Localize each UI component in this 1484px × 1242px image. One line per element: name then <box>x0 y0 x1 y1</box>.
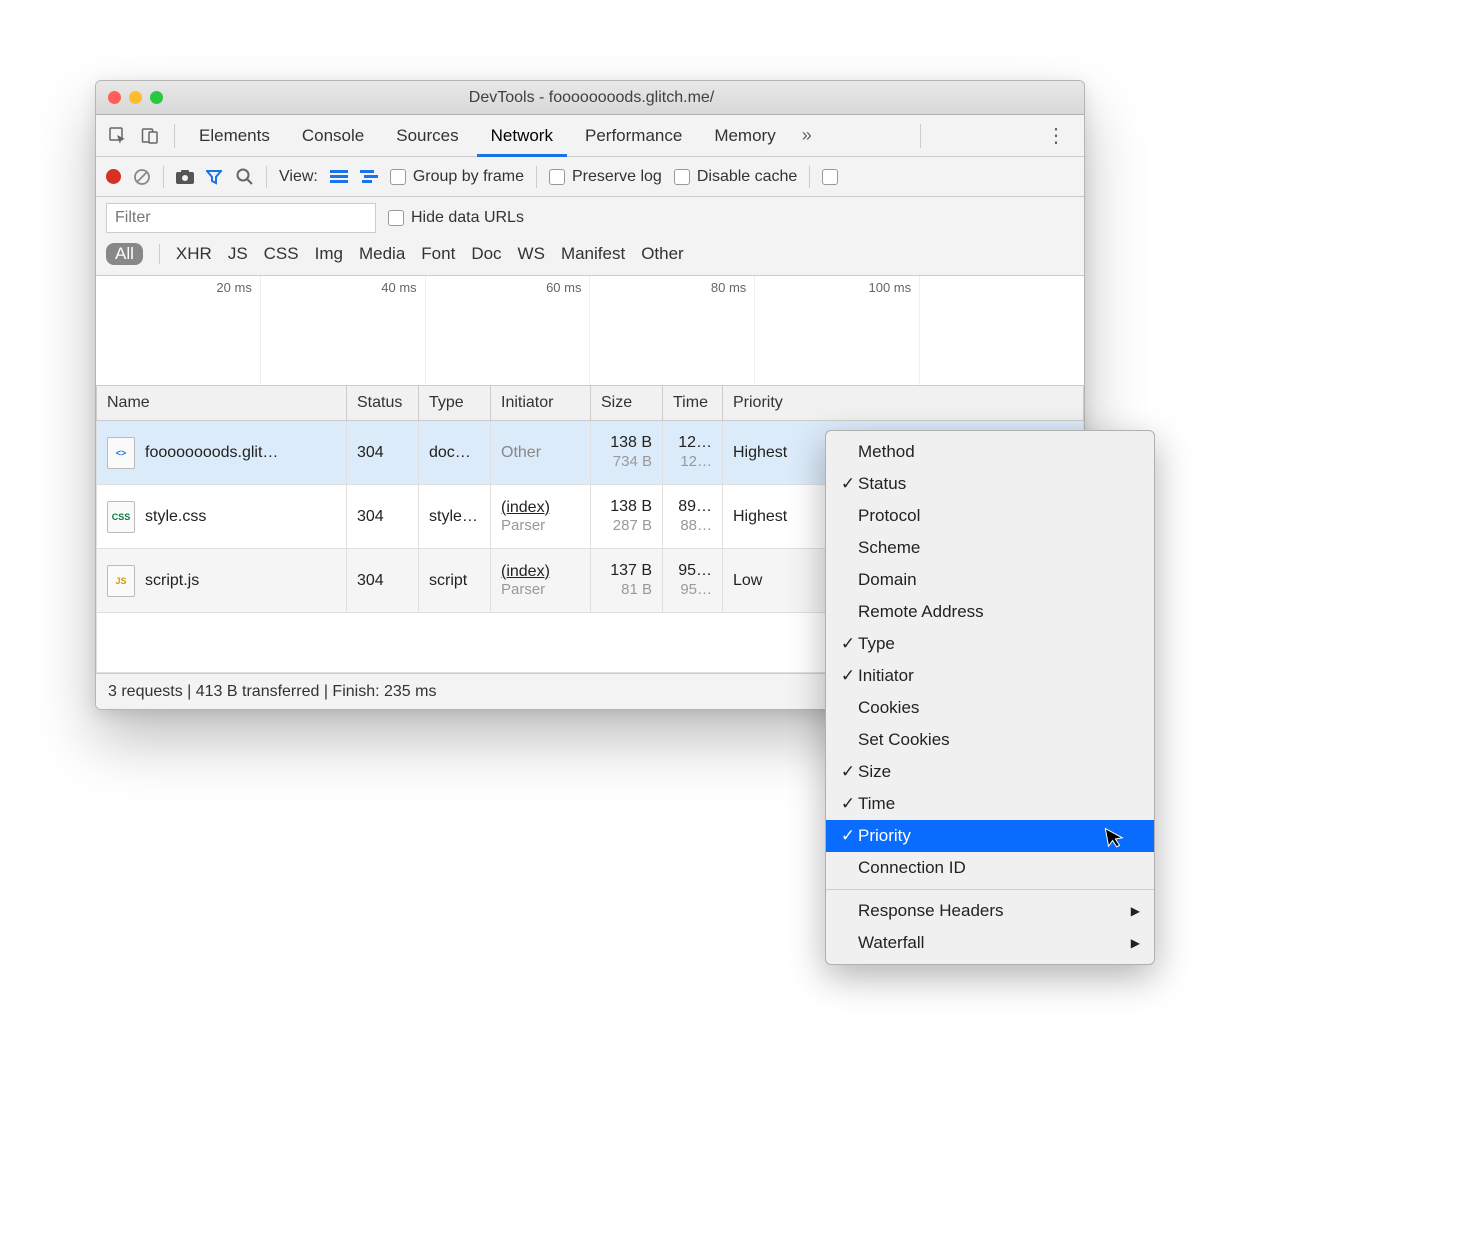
filter-xhr[interactable]: XHR <box>176 244 212 264</box>
settings-menu-icon[interactable]: ⋮ <box>1036 123 1076 148</box>
filter-font[interactable]: Font <box>421 244 455 264</box>
traffic-lights <box>108 91 163 104</box>
ctx-item-remote-address[interactable]: Remote Address <box>826 596 1154 628</box>
filter-input[interactable] <box>106 203 376 233</box>
filter-js[interactable]: JS <box>228 244 248 264</box>
filter-img[interactable]: Img <box>315 244 343 264</box>
inspect-element-icon[interactable] <box>104 122 132 150</box>
tabs-overflow-icon[interactable]: » <box>802 125 812 146</box>
capture-screenshot-icon[interactable] <box>176 170 194 184</box>
type-filters: All XHR JS CSS Img Media Font Doc WS Man… <box>96 239 1084 276</box>
ctx-item-method[interactable]: Method <box>826 436 1154 468</box>
col-status[interactable]: Status <box>347 386 419 421</box>
filter-all[interactable]: All <box>106 243 143 265</box>
window-title: DevTools - foooooooods.glitch.me/ <box>163 89 1020 107</box>
search-icon[interactable] <box>236 168 254 185</box>
ctx-item-status[interactable]: ✓Status <box>826 468 1154 500</box>
record-button[interactable] <box>106 169 121 184</box>
tab-sources[interactable]: Sources <box>382 115 472 157</box>
view-label: View: <box>279 168 318 186</box>
column-context-menu: Method✓StatusProtocolSchemeDomainRemote … <box>825 430 1155 965</box>
filter-manifest[interactable]: Manifest <box>561 244 625 264</box>
tab-console[interactable]: Console <box>288 115 378 157</box>
filter-media[interactable]: Media <box>359 244 405 264</box>
tab-network[interactable]: Network <box>477 115 567 157</box>
offline-checkbox[interactable] <box>822 169 838 185</box>
ctx-item-cookies[interactable]: Cookies <box>826 692 1154 724</box>
filter-other[interactable]: Other <box>641 244 684 264</box>
large-rows-icon[interactable] <box>330 170 348 184</box>
ctx-item-set-cookies[interactable]: Set Cookies <box>826 724 1154 756</box>
filter-doc[interactable]: Doc <box>471 244 501 264</box>
maximize-window-button[interactable] <box>150 91 163 104</box>
panel-tabs: Elements Console Sources Network Perform… <box>96 115 1084 157</box>
filter-css[interactable]: CSS <box>264 244 299 264</box>
filter-row: Hide data URLs <box>96 197 1084 239</box>
hide-data-urls-checkbox[interactable]: Hide data URLs <box>388 209 524 227</box>
close-window-button[interactable] <box>108 91 121 104</box>
network-toolbar: View: Group by frame Preserve log Disabl… <box>96 157 1084 197</box>
clear-button[interactable] <box>133 168 151 186</box>
filter-icon[interactable] <box>206 169 224 185</box>
device-toggle-icon[interactable] <box>136 122 164 150</box>
col-name[interactable]: Name <box>97 386 347 421</box>
ctx-submenu-waterfall[interactable]: Waterfall▶ <box>826 927 1154 959</box>
ctx-item-size[interactable]: ✓Size <box>826 756 1154 788</box>
request-name: style.css <box>145 508 206 526</box>
col-type[interactable]: Type <box>419 386 491 421</box>
col-size[interactable]: Size <box>591 386 663 421</box>
ctx-item-connection-id[interactable]: Connection ID <box>826 852 1154 884</box>
titlebar: DevTools - foooooooods.glitch.me/ <box>96 81 1084 115</box>
timeline-overview[interactable]: 20 ms 40 ms 60 ms 80 ms 100 ms <box>96 276 1084 386</box>
group-by-frame-checkbox[interactable]: Group by frame <box>390 168 524 186</box>
waterfall-view-icon[interactable] <box>360 170 378 184</box>
preserve-log-checkbox[interactable]: Preserve log <box>549 168 662 186</box>
disable-cache-checkbox[interactable]: Disable cache <box>674 168 798 186</box>
request-name: script.js <box>145 572 199 590</box>
request-name: foooooooods.glit… <box>145 444 278 462</box>
col-time[interactable]: Time <box>663 386 723 421</box>
ctx-item-type[interactable]: ✓Type <box>826 628 1154 660</box>
tab-performance[interactable]: Performance <box>571 115 696 157</box>
ctx-item-domain[interactable]: Domain <box>826 564 1154 596</box>
cursor-icon <box>1103 823 1127 850</box>
ctx-item-scheme[interactable]: Scheme <box>826 532 1154 564</box>
tab-elements[interactable]: Elements <box>185 115 284 157</box>
tab-memory[interactable]: Memory <box>700 115 789 157</box>
ctx-item-time[interactable]: ✓Time <box>826 788 1154 820</box>
ctx-item-initiator[interactable]: ✓Initiator <box>826 660 1154 692</box>
ctx-submenu-response-headers[interactable]: Response Headers▶ <box>826 895 1154 927</box>
filter-ws[interactable]: WS <box>518 244 545 264</box>
ctx-item-protocol[interactable]: Protocol <box>826 500 1154 532</box>
col-initiator[interactable]: Initiator <box>491 386 591 421</box>
minimize-window-button[interactable] <box>129 91 142 104</box>
col-priority[interactable]: Priority <box>723 386 1084 421</box>
